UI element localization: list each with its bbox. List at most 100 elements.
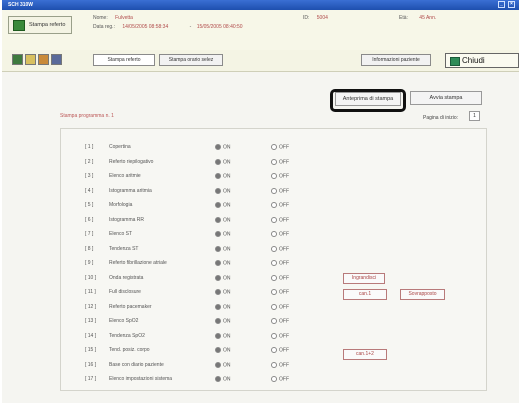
item-label: Elenco aritmie: [109, 173, 141, 179]
item-label: Onda registrata: [109, 274, 144, 281]
item-label: Morfologia: [109, 202, 133, 208]
date-field: Data reg.: 14/05/2005 08:58:34 - 15/05/2…: [93, 24, 243, 30]
id-value: 5004: [316, 15, 328, 21]
start-page-label: Pagina di inizio:: [423, 115, 459, 121]
radio-off-icon: [271, 332, 277, 339]
radio-on-icon: [215, 260, 221, 266]
on-radio[interactable]: ON: [215, 361, 231, 368]
off-radio[interactable]: OFF: [271, 347, 289, 353]
off-radio[interactable]: OFF: [271, 216, 289, 223]
print-icon[interactable]: [51, 54, 62, 65]
on-radio[interactable]: ON: [215, 274, 231, 281]
radio-on-icon: [215, 361, 221, 368]
item-index: [ 10 ]: [85, 274, 97, 281]
item-index: [ 8 ]: [85, 245, 94, 252]
tab-print-report[interactable]: Stampa referto: [93, 54, 155, 66]
off-radio[interactable]: OFF: [271, 187, 289, 194]
item-index: [ 13 ]: [85, 318, 97, 324]
age-label: Età:: [399, 15, 408, 21]
list-item: [ 4 ] Istogramma aritmia ON OFF: [61, 186, 361, 197]
close-button[interactable]: Chiudi: [445, 53, 519, 68]
on-radio[interactable]: ON: [215, 202, 231, 208]
radio-off-icon: [271, 289, 277, 295]
window-title: SCH 310W: [8, 2, 34, 8]
radio-on-icon: [215, 231, 221, 237]
off-radio[interactable]: OFF: [271, 158, 289, 165]
on-radio[interactable]: ON: [215, 260, 231, 266]
off-radio[interactable]: OFF: [271, 144, 289, 150]
item-label: Elenco ST: [109, 231, 133, 237]
off-radio[interactable]: OFF: [271, 245, 289, 252]
item-index: [ 12 ]: [85, 303, 97, 310]
off-radio[interactable]: OFF: [271, 202, 289, 208]
off-radio[interactable]: OFF: [271, 289, 289, 295]
minimize-icon[interactable]: _: [498, 1, 505, 8]
item-index: [ 15 ]: [85, 347, 97, 353]
radio-on-icon: [215, 289, 221, 295]
off-radio[interactable]: OFF: [271, 274, 289, 281]
folder-icon[interactable]: [25, 54, 36, 65]
item-index: [ 16 ]: [85, 361, 97, 368]
exit-icon: [450, 57, 460, 66]
start-print-button[interactable]: Avvia stampa: [410, 91, 482, 105]
list-item: [ 13 ] Elenco SpO2 ON OFF: [61, 316, 361, 327]
item-index: [ 5 ]: [85, 202, 94, 208]
radio-off-icon: [271, 187, 277, 194]
off-radio[interactable]: OFF: [271, 173, 289, 179]
off-radio[interactable]: OFF: [271, 303, 289, 310]
radio-on-icon: [215, 158, 221, 165]
off-radio[interactable]: OFF: [271, 318, 289, 324]
radio-off-icon: [271, 245, 277, 252]
item-index: [ 4 ]: [85, 187, 94, 194]
radio-on-icon: [215, 274, 221, 281]
item-index: [ 6 ]: [85, 216, 94, 223]
on-radio[interactable]: ON: [215, 245, 231, 252]
name-field: Nome: Fulvetta: [93, 15, 133, 21]
on-radio[interactable]: ON: [215, 332, 231, 339]
list-item: [ 3 ] Elenco aritmie ON OFF: [61, 171, 361, 182]
off-radio[interactable]: OFF: [271, 332, 289, 339]
age-field: Età: 45 Ann.: [399, 15, 436, 21]
radio-off-icon: [271, 216, 277, 223]
close-icon[interactable]: ×: [508, 1, 515, 8]
radio-on-icon: [215, 245, 221, 252]
patient-info-button[interactable]: Informazioni paziente: [361, 54, 431, 66]
report-icon[interactable]: [12, 54, 23, 65]
on-radio[interactable]: ON: [215, 173, 231, 179]
on-radio[interactable]: ON: [215, 158, 231, 165]
off-radio[interactable]: OFF: [271, 361, 289, 368]
on-radio[interactable]: ON: [215, 376, 231, 382]
item-label: Elenco impostazioni sistema: [109, 376, 173, 382]
overlay-button[interactable]: Sovrapposto: [400, 289, 445, 300]
tab-print-schedule[interactable]: Stampa orario selez: [159, 54, 223, 66]
off-radio[interactable]: OFF: [271, 376, 289, 382]
on-radio[interactable]: ON: [215, 347, 231, 353]
radio-off-icon: [271, 260, 277, 266]
on-radio[interactable]: ON: [215, 231, 231, 237]
edit-icon[interactable]: [38, 54, 49, 65]
list-item: [ 8 ] Tendenza ST ON OFF: [61, 244, 361, 255]
item-label: Base con diario paziente: [109, 361, 164, 368]
radio-on-icon: [215, 173, 221, 179]
on-radio[interactable]: ON: [215, 187, 231, 194]
list-item: [ 12 ] Referto pacemaker ON OFF: [61, 302, 361, 313]
on-radio[interactable]: ON: [215, 289, 231, 295]
radio-off-icon: [271, 361, 277, 368]
id-label: ID:: [303, 15, 310, 21]
start-page-input[interactable]: 1: [469, 111, 480, 121]
date-end-value: 15/05/2005 08:40:50: [196, 24, 243, 30]
list-item: [ 1 ] Copertina ON OFF: [61, 142, 361, 153]
list-item: [ 15 ] Tend. posiz. corpo ON OFF: [61, 345, 361, 356]
item-label: Istogramma RR: [109, 216, 145, 223]
window-titlebar: SCH 310W _ ×: [2, 0, 519, 10]
off-radio[interactable]: OFF: [271, 231, 289, 237]
close-label: Chiudi: [462, 56, 485, 65]
off-radio[interactable]: OFF: [271, 260, 289, 266]
on-radio[interactable]: ON: [215, 303, 231, 310]
on-radio[interactable]: ON: [215, 216, 231, 223]
on-radio[interactable]: ON: [215, 318, 231, 324]
radio-on-icon: [215, 202, 221, 208]
radio-on-icon: [215, 347, 221, 353]
item-label: Elenco SpO2: [109, 318, 139, 324]
on-radio[interactable]: ON: [215, 144, 231, 150]
